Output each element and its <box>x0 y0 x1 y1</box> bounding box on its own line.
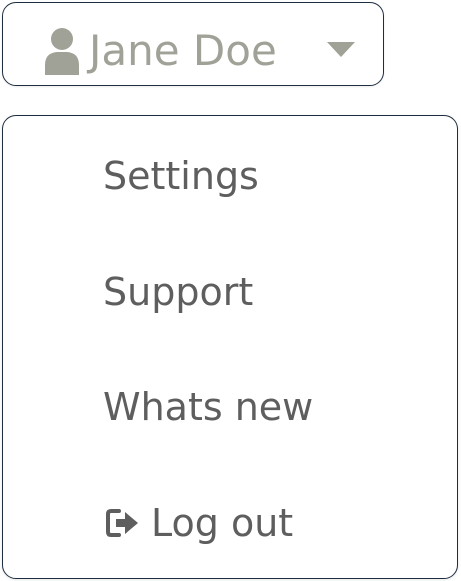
user-menu-button[interactable]: Jane Doe <box>2 2 384 86</box>
menu-item-label: Whats new <box>103 385 314 429</box>
logout-icon <box>106 509 138 537</box>
menu-item-settings[interactable]: Settings <box>3 140 457 212</box>
menu-item-whats-new[interactable]: Whats new <box>3 371 457 443</box>
user-name: Jane Doe <box>89 26 277 75</box>
dropdown-menu: Settings Support Whats new Log out <box>2 115 458 579</box>
menu-item-support[interactable]: Support <box>3 256 457 328</box>
caret-down-icon <box>327 42 355 57</box>
menu-item-label: Support <box>103 270 254 314</box>
menu-item-label: Settings <box>103 154 259 198</box>
user-icon <box>45 28 79 75</box>
menu-item-log-out[interactable]: Log out <box>3 487 457 559</box>
menu-item-label: Log out <box>151 501 294 545</box>
